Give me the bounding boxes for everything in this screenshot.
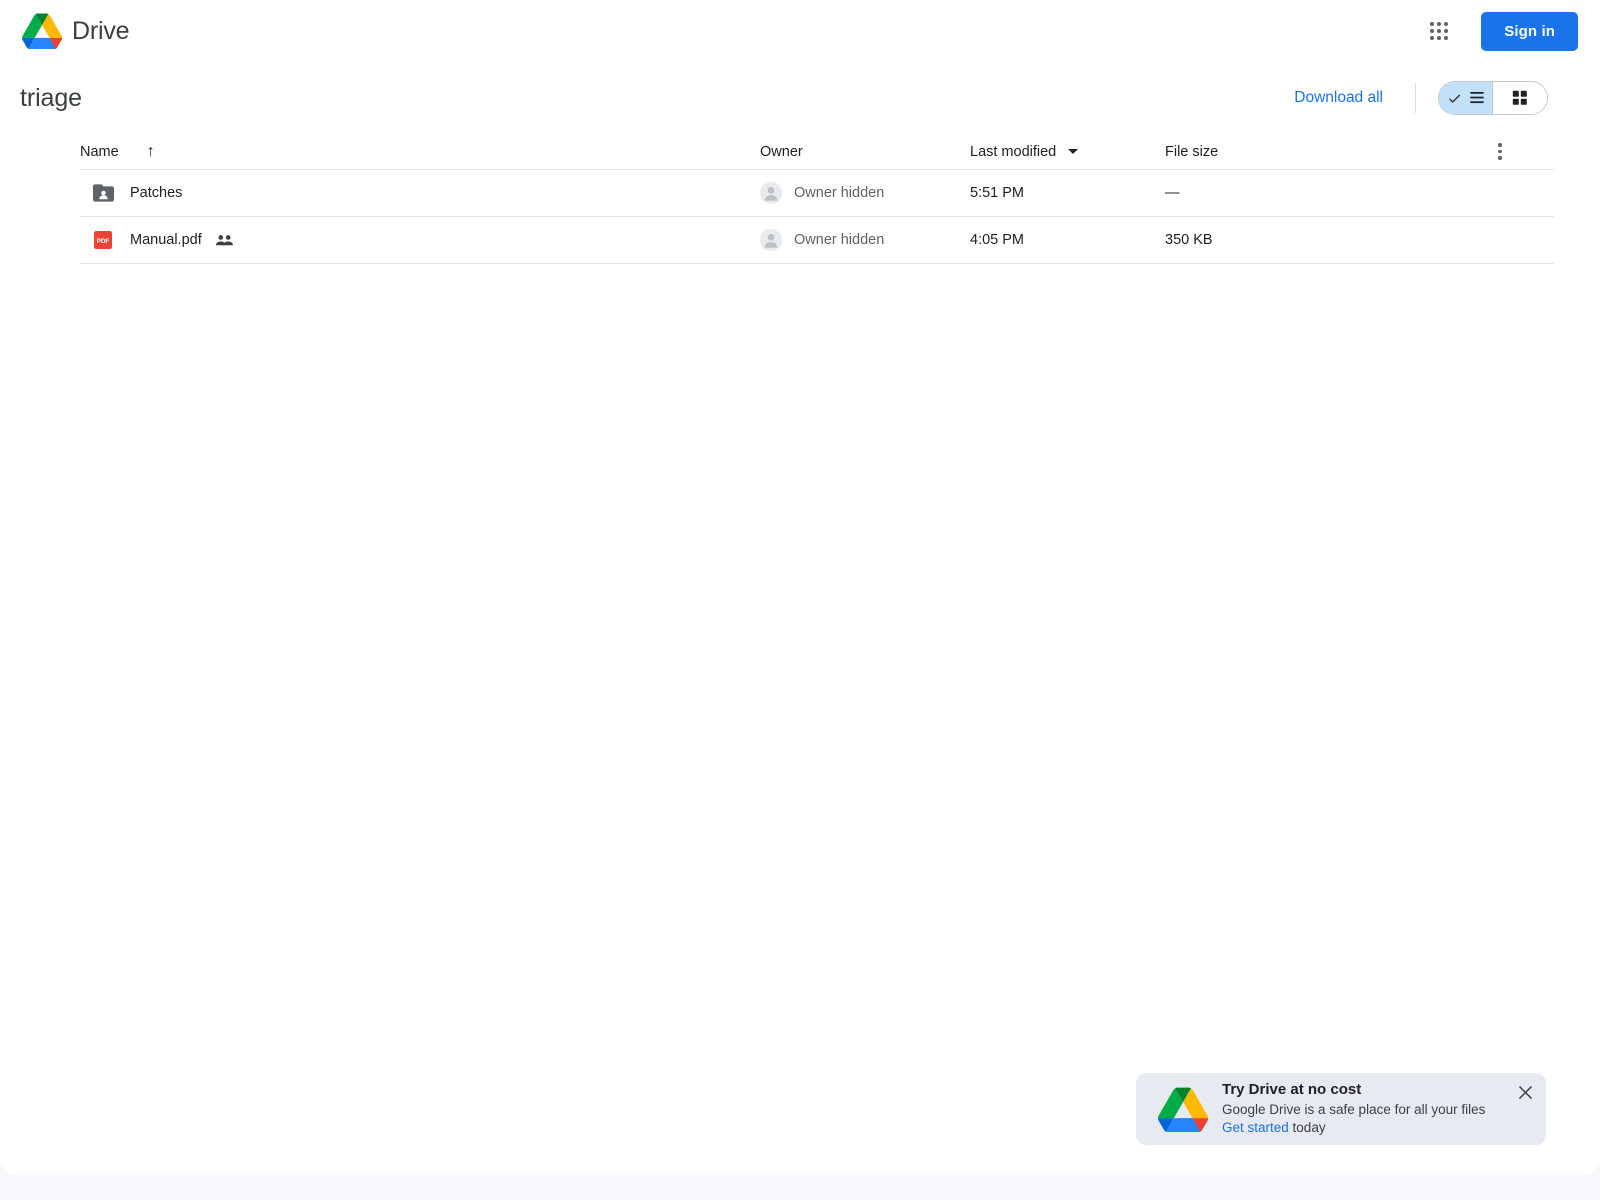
table-header-row: Name ↑ Owner Last modified File size xyxy=(80,134,1554,170)
download-all-button[interactable]: Download all xyxy=(1288,81,1389,115)
svg-text:PDF: PDF xyxy=(97,238,110,245)
more-vert-icon[interactable] xyxy=(1492,137,1508,166)
drive-brand[interactable]: Drive xyxy=(22,13,130,49)
row-name-cell: PDF Manual.pdf xyxy=(80,231,760,249)
promo-title: Try Drive at no cost xyxy=(1222,1080,1362,1098)
table-row[interactable]: PDF Manual.pdf Owner hidden 4:05 PM 350 … xyxy=(80,217,1554,264)
grid-view-icon xyxy=(1512,90,1527,105)
row-name-cell: Patches xyxy=(80,184,760,202)
drive-logo-icon xyxy=(1158,1087,1208,1132)
avatar xyxy=(760,229,782,251)
promo-description: Google Drive is a safe place for all you… xyxy=(1222,1101,1486,1117)
promo-body: Google Drive is a safe place for all you… xyxy=(1222,1101,1485,1137)
shared-people-glyph xyxy=(215,235,233,246)
row-owner-cell: Owner hidden xyxy=(760,182,970,204)
column-header-owner[interactable]: Owner xyxy=(760,144,970,160)
avatar xyxy=(760,182,782,204)
get-started-link[interactable]: Get started xyxy=(1222,1120,1289,1135)
row-file-size: 350 KB xyxy=(1165,232,1213,248)
brand-name: Drive xyxy=(72,16,130,45)
title-row: triage Download all xyxy=(0,62,1600,134)
list-view-button[interactable] xyxy=(1439,82,1493,114)
shared-people-icon xyxy=(215,234,233,246)
topbar-actions: Sign in xyxy=(1419,0,1578,62)
divider xyxy=(1415,83,1416,113)
row-last-modified: 5:51 PM xyxy=(970,185,1024,201)
title-actions: Download all xyxy=(1288,62,1548,134)
person-icon xyxy=(760,229,782,251)
drive-logo-icon xyxy=(22,13,62,49)
check-icon xyxy=(1448,94,1460,103)
column-header-name[interactable]: Name ↑ xyxy=(80,142,760,160)
page-title: triage xyxy=(20,83,82,112)
row-file-name: Manual.pdf xyxy=(130,232,202,248)
grid-view-button[interactable] xyxy=(1493,82,1547,114)
promo-link-suffix: today xyxy=(1288,1120,1326,1135)
pdf-file-glyph: PDF xyxy=(94,231,112,249)
sort-ascending-icon: ↑ xyxy=(146,142,155,160)
column-header-file-size[interactable]: File size xyxy=(1165,144,1465,160)
promo-card: Try Drive at no cost Google Drive is a s… xyxy=(1136,1073,1546,1145)
pdf-file-icon: PDF xyxy=(80,231,126,249)
row-file-name: Patches xyxy=(130,185,183,201)
column-header-last-modified-label: Last modified xyxy=(970,143,1057,160)
view-toggle xyxy=(1438,81,1548,115)
list-view-icon xyxy=(1469,92,1484,104)
row-owner-name: Owner hidden xyxy=(794,185,885,201)
row-last-modified-cell: 4:05 PM xyxy=(970,232,1165,248)
column-header-owner-label: Owner xyxy=(760,143,803,160)
row-owner-name: Owner hidden xyxy=(794,232,885,248)
row-owner-cell: Owner hidden xyxy=(760,229,970,251)
close-glyph xyxy=(1518,1085,1532,1099)
column-header-last-modified[interactable]: Last modified xyxy=(970,144,1165,160)
row-last-modified-cell: 5:51 PM xyxy=(970,185,1165,201)
column-header-file-size-label: File size xyxy=(1165,143,1219,160)
drive-page: Drive Sign in triage Download all Name ↑… xyxy=(0,0,1600,1200)
shared-folder-glyph xyxy=(92,184,114,202)
row-file-size-cell: — xyxy=(1165,185,1465,201)
chevron-down-icon xyxy=(1068,149,1079,154)
table-options-cell xyxy=(1465,137,1535,166)
person-icon xyxy=(760,182,782,204)
row-file-size-cell: 350 KB xyxy=(1165,232,1465,248)
column-header-name-label: Name xyxy=(80,143,119,160)
shared-folder-icon xyxy=(80,184,126,202)
top-bar: Drive Sign in xyxy=(0,0,1600,62)
table-row[interactable]: Patches Owner hidden 5:51 PM — xyxy=(80,170,1554,217)
promo-text: Try Drive at no cost Google Drive is a s… xyxy=(1222,1081,1485,1137)
row-last-modified: 4:05 PM xyxy=(970,232,1024,248)
file-table: Name ↑ Owner Last modified File size Pat… xyxy=(80,134,1554,264)
apps-grid-icon[interactable] xyxy=(1419,11,1459,51)
sign-in-button[interactable]: Sign in xyxy=(1481,11,1578,51)
close-icon[interactable] xyxy=(1514,1081,1536,1103)
apps-grid-dots xyxy=(1430,22,1449,40)
row-file-size: — xyxy=(1165,185,1180,201)
